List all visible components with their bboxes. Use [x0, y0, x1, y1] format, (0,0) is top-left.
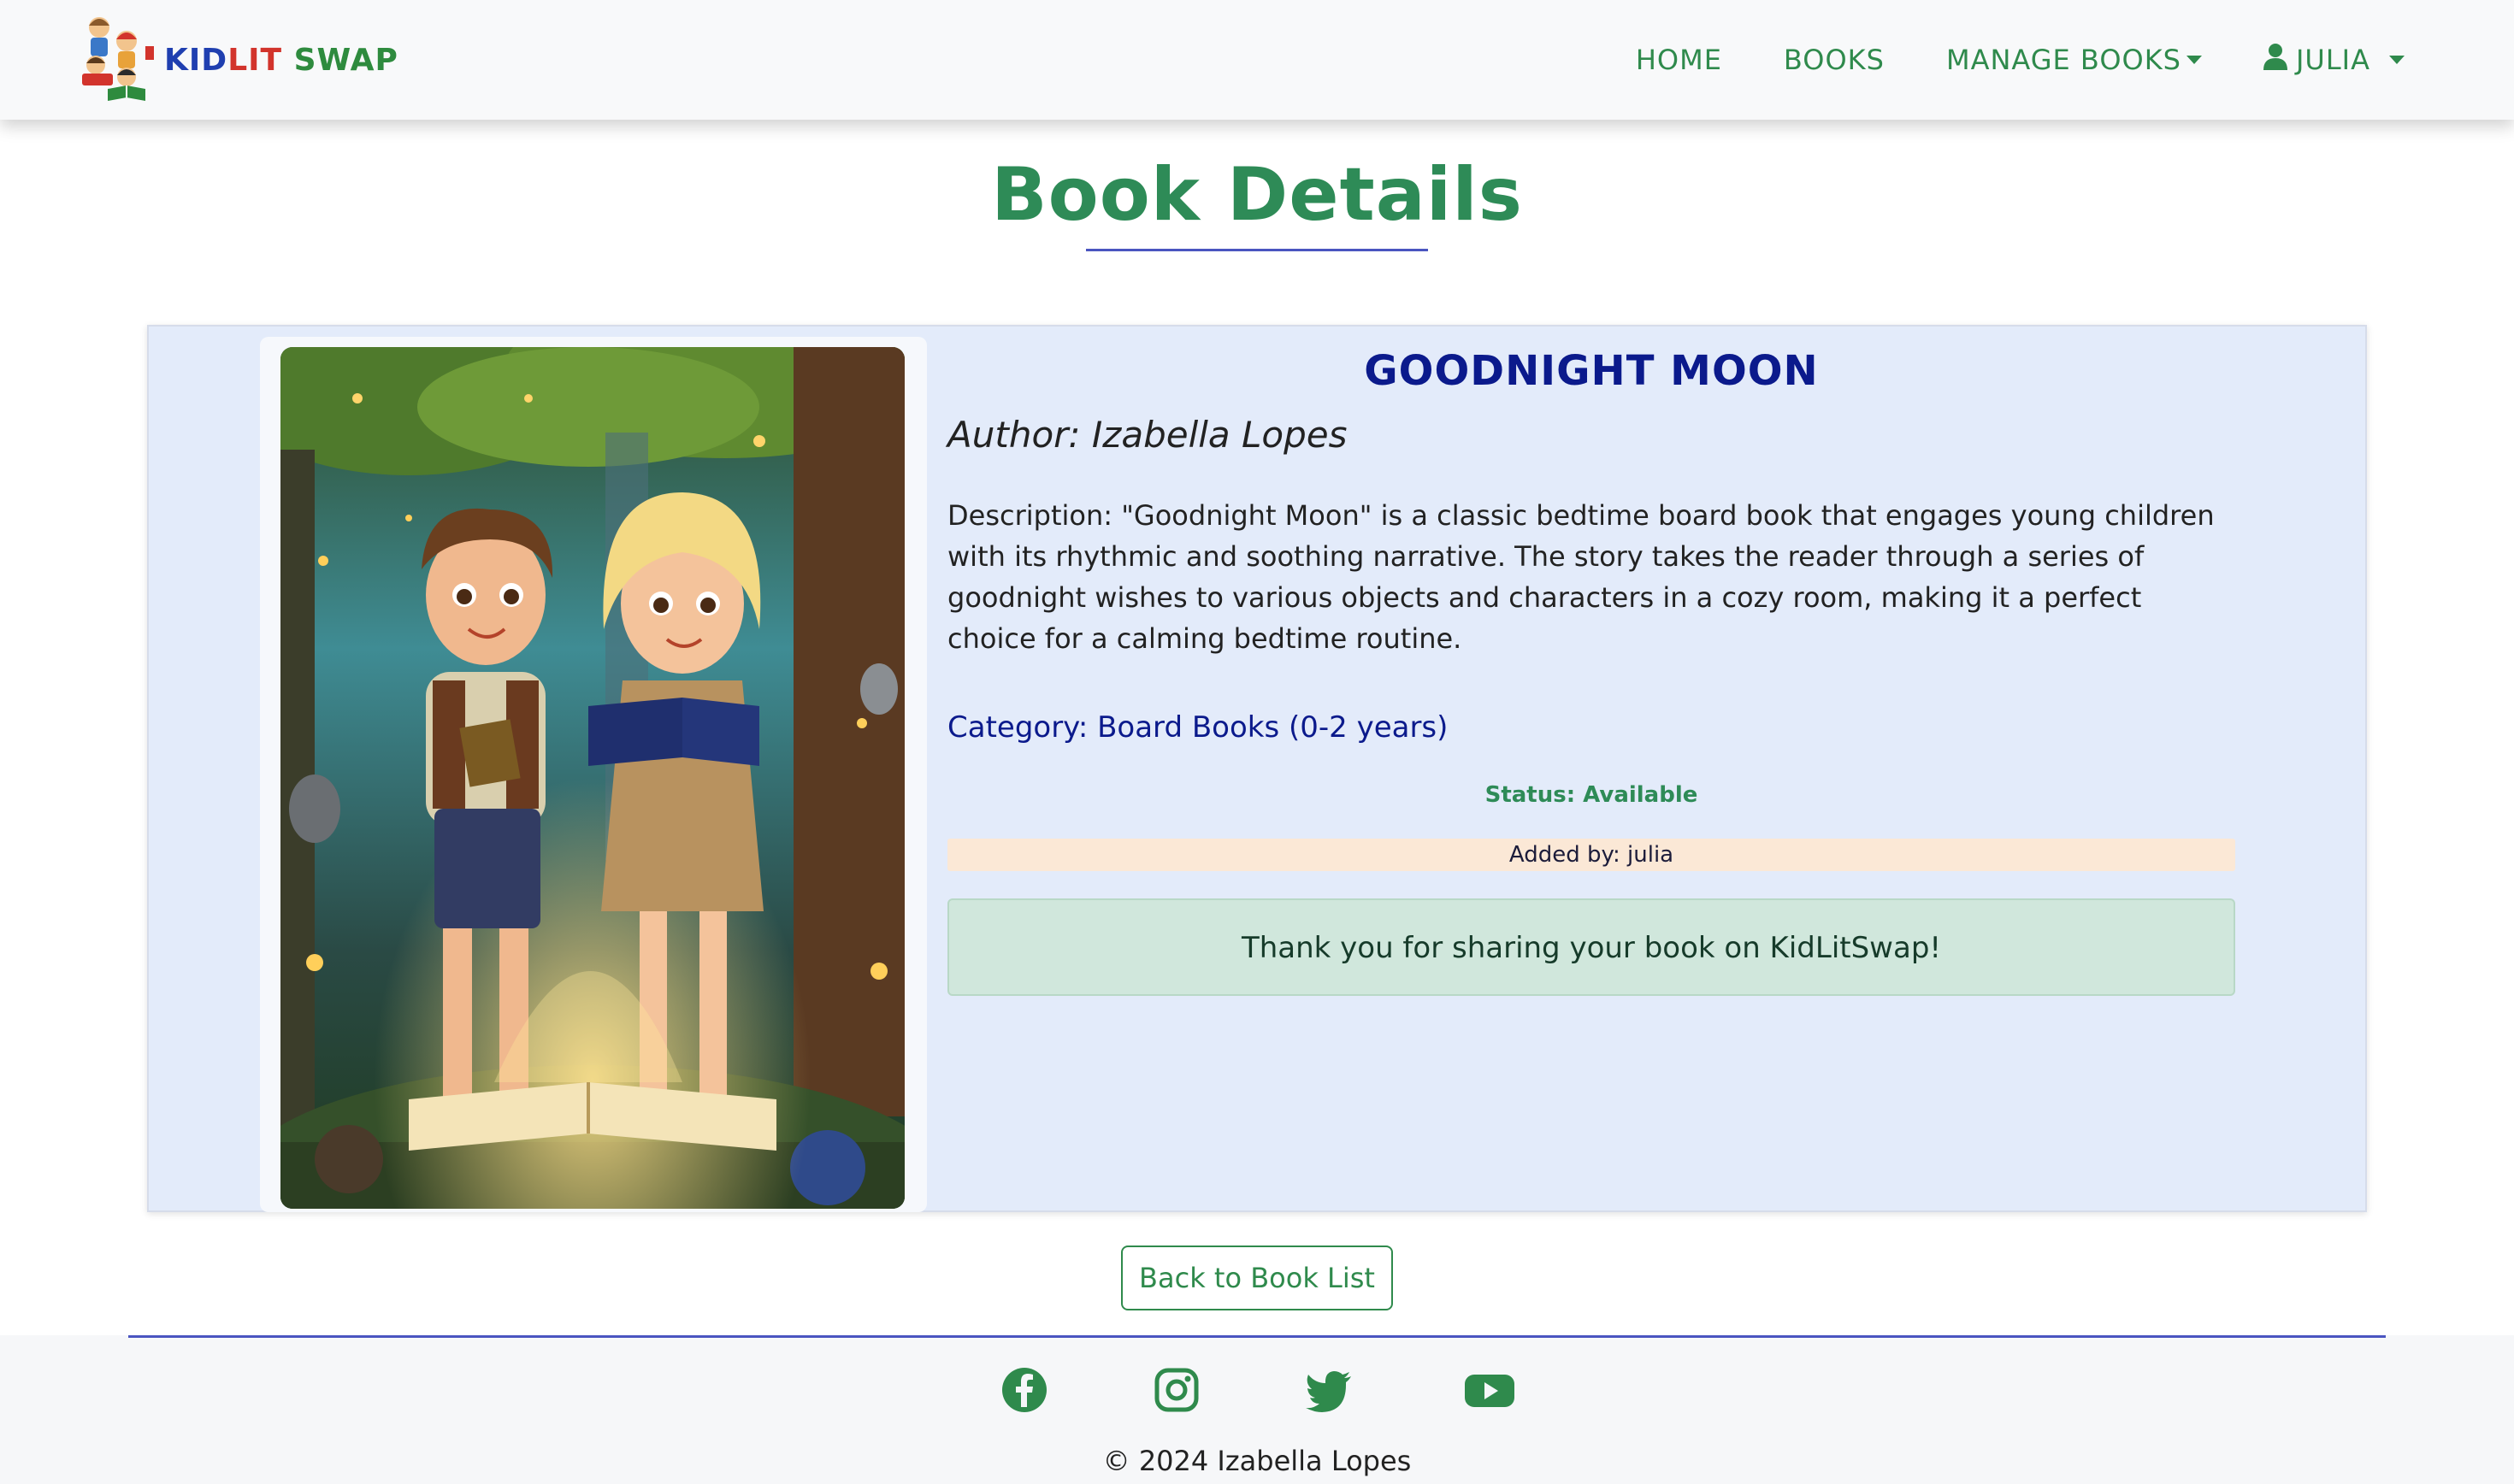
nav-books-link[interactable]: BOOKS: [1784, 44, 1885, 76]
book-author: Author: Izabella Lopes: [947, 414, 1348, 456]
nav-manage-books-dropdown[interactable]: MANAGE BOOKS: [1946, 44, 2202, 76]
facebook-icon[interactable]: [999, 1364, 1050, 1416]
footer: © 2024 Izabella Lopes: [0, 1335, 2514, 1484]
footer-divider: [128, 1335, 2386, 1338]
book-status: Status: Available: [1484, 782, 1698, 808]
book-card: GOODNIGHT MOON Author: Izabella Lopes De…: [147, 325, 2367, 1212]
book-description: Description: "Goodnight Moon" is a class…: [947, 499, 2215, 655]
nav-user-dropdown[interactable]: JULIA: [2263, 43, 2405, 77]
twitter-icon[interactable]: [1303, 1364, 1354, 1416]
book-info: GOODNIGHT MOON Author: Izabella Lopes De…: [947, 327, 2235, 996]
book-cover-image: [280, 347, 905, 1209]
caret-down-icon: [2389, 56, 2405, 64]
nav-home-link[interactable]: HOME: [1636, 44, 1722, 76]
kids-reading-logo: [74, 12, 156, 108]
user-icon: [2263, 43, 2287, 77]
manage-books-label: MANAGE BOOKS: [1945, 44, 2181, 76]
brand-lit: LIT: [227, 42, 283, 78]
book-category: Category: Board Books (0-2 years): [947, 710, 1449, 745]
brand-name: KIDLIT SWAP: [164, 43, 398, 78]
user-name-label: JULIA: [2295, 44, 2370, 76]
instagram-icon[interactable]: [1151, 1364, 1202, 1416]
title-underline: [1086, 249, 1428, 251]
back-to-book-list-button[interactable]: Back to Book List: [1121, 1246, 1393, 1310]
brand-link[interactable]: KIDLIT SWAP: [74, 12, 398, 108]
brand-swap: SWAP: [293, 42, 398, 78]
navbar: KIDLIT SWAP HOME BOOKS MANAGE BOOKS JULI…: [0, 0, 2514, 120]
page-title: Book Details: [991, 152, 1523, 238]
thank-you-alert: Thank you for sharing your book on KidLi…: [947, 898, 2235, 996]
brand-kid: KID: [164, 42, 228, 78]
caret-down-icon: [2186, 56, 2202, 64]
book-title: GOODNIGHT MOON: [1364, 347, 1819, 395]
nav-links: HOME BOOKS MANAGE BOOKS JULIA: [1636, 0, 2514, 120]
youtube-icon[interactable]: [1462, 1364, 1517, 1416]
added-by-badge: Added by: julia: [947, 839, 2235, 871]
book-cover-frame: [260, 337, 927, 1212]
copyright-text: © 2024 Izabella Lopes: [1102, 1445, 1412, 1477]
